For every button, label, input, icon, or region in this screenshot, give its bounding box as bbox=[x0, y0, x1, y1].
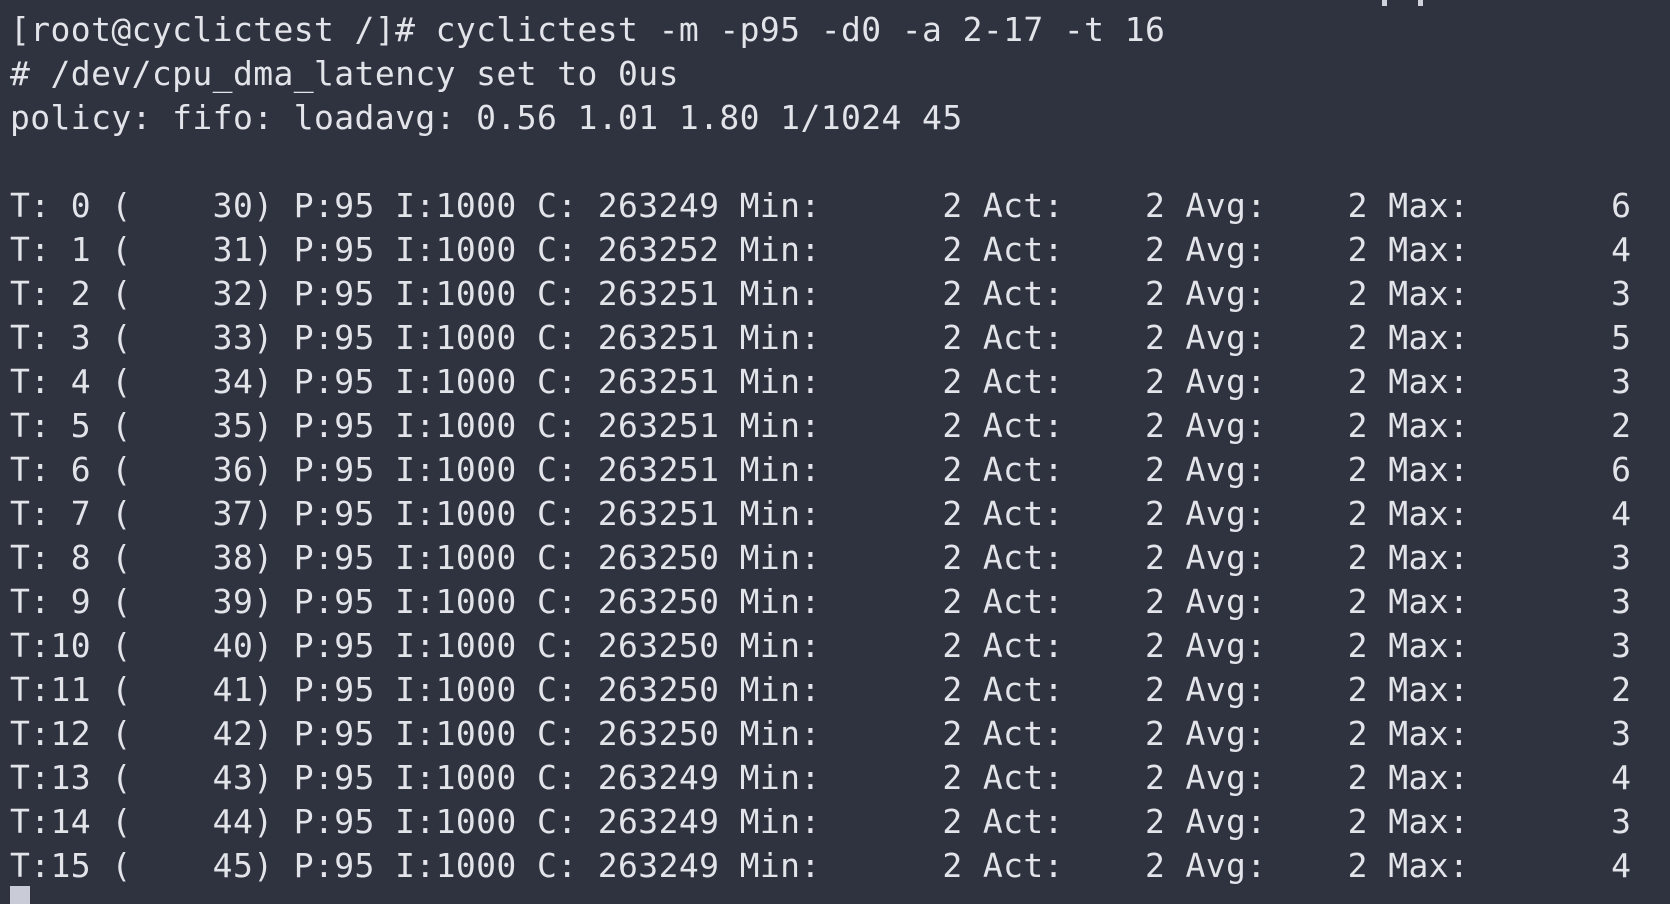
thread-row: T: 6 ( 36) P:95 I:1000 C: 263251 Min: 2 … bbox=[10, 450, 1632, 489]
terminal-window[interactable]: [root@cyclictest /]# cyclictest -m -p95 … bbox=[0, 0, 1670, 904]
thread-row: T: 7 ( 37) P:95 I:1000 C: 263251 Min: 2 … bbox=[10, 494, 1632, 533]
thread-row: T: 3 ( 33) P:95 I:1000 C: 263251 Min: 2 … bbox=[10, 318, 1632, 357]
thread-row: T:11 ( 41) P:95 I:1000 C: 263250 Min: 2 … bbox=[10, 670, 1632, 709]
thread-row: T: 4 ( 34) P:95 I:1000 C: 263251 Min: 2 … bbox=[10, 362, 1632, 401]
output-line-dma-latency: # /dev/cpu_dma_latency set to 0us bbox=[10, 54, 679, 93]
clipped-top-text bbox=[1380, 0, 1440, 6]
thread-row: T:12 ( 42) P:95 I:1000 C: 263250 Min: 2 … bbox=[10, 714, 1632, 753]
thread-row: T: 8 ( 38) P:95 I:1000 C: 263250 Min: 2 … bbox=[10, 538, 1632, 577]
thread-row: T: 1 ( 31) P:95 I:1000 C: 263252 Min: 2 … bbox=[10, 230, 1632, 269]
thread-row: T: 0 ( 30) P:95 I:1000 C: 263249 Min: 2 … bbox=[10, 186, 1632, 225]
thread-row: T: 2 ( 32) P:95 I:1000 C: 263251 Min: 2 … bbox=[10, 274, 1632, 313]
thread-row: T: 5 ( 35) P:95 I:1000 C: 263251 Min: 2 … bbox=[10, 406, 1632, 445]
output-line-policy: policy: fifo: loadavg: 0.56 1.01 1.80 1/… bbox=[10, 98, 963, 137]
thread-row: T: 9 ( 39) P:95 I:1000 C: 263250 Min: 2 … bbox=[10, 582, 1632, 621]
thread-stats-list: T: 0 ( 30) P:95 I:1000 C: 263249 Min: 2 … bbox=[10, 184, 1670, 888]
thread-row: T:10 ( 40) P:95 I:1000 C: 263250 Min: 2 … bbox=[10, 626, 1632, 665]
thread-row: T:13 ( 43) P:95 I:1000 C: 263249 Min: 2 … bbox=[10, 758, 1632, 797]
terminal-cursor bbox=[10, 886, 30, 904]
thread-row: T:14 ( 44) P:95 I:1000 C: 263249 Min: 2 … bbox=[10, 802, 1632, 841]
thread-row: T:15 ( 45) P:95 I:1000 C: 263249 Min: 2 … bbox=[10, 846, 1632, 885]
command-prompt-line: [root@cyclictest /]# cyclictest -m -p95 … bbox=[10, 10, 1166, 49]
